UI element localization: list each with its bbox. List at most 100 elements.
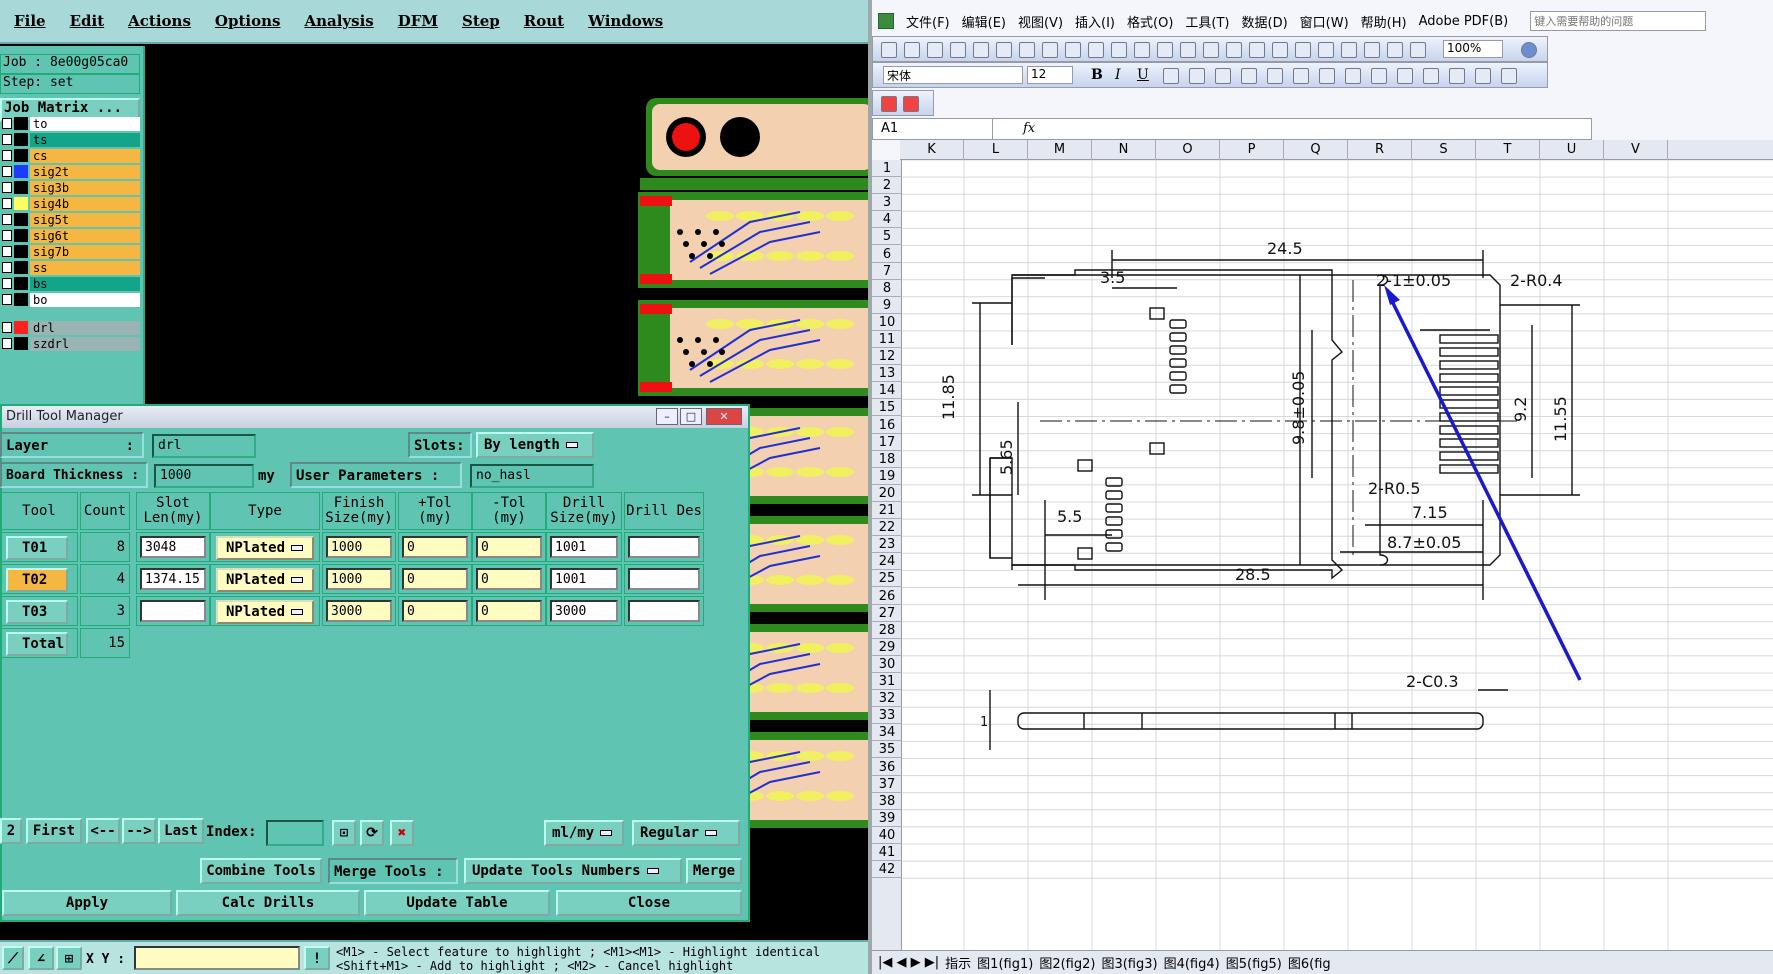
excel-menu-adobe-pdf[interactable]: Adobe PDF(B)	[1419, 14, 1509, 29]
toolbar-icon[interactable]	[1065, 42, 1081, 58]
format-icon[interactable]	[1501, 68, 1517, 84]
underline-icon[interactable]: U	[1137, 67, 1149, 83]
toolbar-icon[interactable]	[950, 42, 966, 58]
row-header[interactable]: 30	[872, 656, 902, 673]
toolbar-icon[interactable]	[1203, 42, 1219, 58]
layer-checkbox[interactable]	[2, 166, 12, 177]
drill-size-field[interactable]: 1001	[550, 568, 618, 590]
format-icon[interactable]	[1345, 68, 1361, 84]
toolbar-icon[interactable]	[881, 42, 897, 58]
format-icon[interactable]	[1241, 68, 1257, 84]
calc-drills-button[interactable]: Calc Drills	[176, 890, 360, 916]
format-icon[interactable]	[1267, 68, 1283, 84]
row-header[interactable]: 19	[872, 468, 902, 485]
index-field[interactable]	[266, 820, 324, 846]
row-header[interactable]: 37	[872, 776, 902, 793]
row-header[interactable]: 3	[872, 194, 902, 212]
sheet-tab-instructions[interactable]: 指示	[945, 953, 971, 972]
column-header[interactable]: K	[900, 140, 964, 160]
last-button[interactable]: Last	[158, 818, 204, 844]
page-number[interactable]: 2	[0, 818, 22, 844]
row-header[interactable]: 6	[872, 246, 902, 263]
excel-menu-data[interactable]: 数据(D)	[1242, 12, 1288, 31]
close-button[interactable]: Close	[556, 890, 742, 916]
maximize-icon[interactable]: □	[680, 408, 702, 425]
board-thickness-field[interactable]: 1000	[154, 464, 254, 488]
pdf-mail-icon[interactable]	[903, 96, 919, 112]
menu-windows[interactable]: Windows	[588, 12, 663, 30]
refresh-icon[interactable]: ⟳	[360, 820, 384, 846]
lock-icon[interactable]: ⊡	[332, 820, 356, 846]
toolbar-icon[interactable]	[927, 42, 943, 58]
row-header[interactable]: 28	[872, 622, 902, 639]
toolbar-icon[interactable]	[1272, 42, 1288, 58]
delete-icon[interactable]: ✖	[390, 820, 414, 846]
row-header[interactable]: 5	[872, 228, 902, 246]
layer-row[interactable]: szdrl	[0, 336, 140, 351]
font-size-select[interactable]: 12	[1027, 66, 1073, 84]
column-header[interactable]: S	[1412, 140, 1476, 160]
sheet-tab-fig5[interactable]: 图5(fig5)	[1226, 953, 1282, 972]
column-header[interactable]: P	[1220, 140, 1284, 160]
layer-checkbox[interactable]	[2, 294, 12, 305]
toolbar-icon[interactable]	[996, 42, 1012, 58]
menu-options[interactable]: Options	[215, 12, 281, 30]
layer-row[interactable]: sig4b	[0, 196, 140, 211]
sheet-tab-fig3[interactable]: 图3(fig3)	[1101, 953, 1157, 972]
measure-icon[interactable]: ⟋	[2, 946, 24, 970]
menu-step[interactable]: Step	[462, 12, 500, 30]
plus-tol-field[interactable]: 0	[402, 568, 468, 590]
row-header[interactable]: 26	[872, 588, 902, 605]
angle-icon[interactable]: ∠	[28, 946, 54, 970]
format-icon[interactable]	[1475, 68, 1491, 84]
format-icon[interactable]	[1449, 68, 1465, 84]
row-header[interactable]: 15	[872, 399, 902, 417]
row-header[interactable]: 33	[872, 707, 902, 725]
layer-row[interactable]: bs	[0, 276, 140, 291]
minimize-icon[interactable]: –	[656, 408, 678, 425]
toolbar-icon[interactable]	[1180, 42, 1196, 58]
layer-checkbox[interactable]	[2, 338, 12, 349]
drill-size-field[interactable]: 3000	[550, 600, 618, 622]
sheet-tab-fig1[interactable]: 图1(fig1)	[977, 953, 1033, 972]
units-option[interactable]: ml/my	[544, 820, 624, 846]
row-header[interactable]: 32	[872, 690, 902, 708]
row-header[interactable]: 38	[872, 793, 902, 810]
type-option[interactable]: NPlated	[216, 568, 314, 592]
row-header[interactable]: 42	[872, 861, 902, 879]
row-header[interactable]: 7	[872, 263, 902, 280]
next-button[interactable]: -->	[122, 818, 156, 844]
layer-checkbox[interactable]	[2, 246, 12, 257]
column-header[interactable]: V	[1604, 140, 1668, 160]
apply-button[interactable]: Apply	[2, 890, 172, 916]
layer-checkbox[interactable]	[2, 198, 12, 209]
excel-menu-view[interactable]: 视图(V)	[1018, 12, 1063, 31]
row-header[interactable]: 18	[872, 451, 902, 468]
xy-field[interactable]	[134, 946, 300, 970]
column-header[interactable]: T	[1476, 140, 1540, 160]
row-header[interactable]: 22	[872, 519, 902, 537]
combine-tools-button[interactable]: Combine Tools	[200, 858, 322, 884]
update-table-button[interactable]: Update Table	[364, 890, 550, 916]
layer-row[interactable]: sig7b	[0, 244, 140, 259]
zoom-select[interactable]: 100%	[1443, 40, 1503, 58]
drill-des-field[interactable]	[628, 568, 700, 590]
layer-checkbox[interactable]	[2, 214, 12, 225]
type-option[interactable]: NPlated	[216, 536, 314, 560]
row-header[interactable]: 36	[872, 759, 902, 776]
layer-checkbox[interactable]	[2, 262, 12, 273]
excel-menu-file[interactable]: 文件(F)	[906, 12, 950, 31]
format-icon[interactable]	[1423, 68, 1439, 84]
mode-option[interactable]: Regular	[632, 820, 740, 846]
format-icon[interactable]	[1397, 68, 1413, 84]
prev-button[interactable]: <--	[86, 818, 120, 844]
layer-checkbox[interactable]	[2, 134, 12, 145]
menu-file[interactable]: File	[14, 12, 46, 30]
column-header[interactable]: R	[1348, 140, 1412, 160]
toolbar-icon[interactable]	[1019, 42, 1035, 58]
minus-tol-field[interactable]: 0	[476, 600, 542, 622]
row-header[interactable]: 1	[872, 160, 902, 178]
row-header[interactable]: 25	[872, 570, 902, 588]
italic-icon[interactable]: I	[1115, 67, 1121, 83]
row-header[interactable]: 29	[872, 639, 902, 656]
